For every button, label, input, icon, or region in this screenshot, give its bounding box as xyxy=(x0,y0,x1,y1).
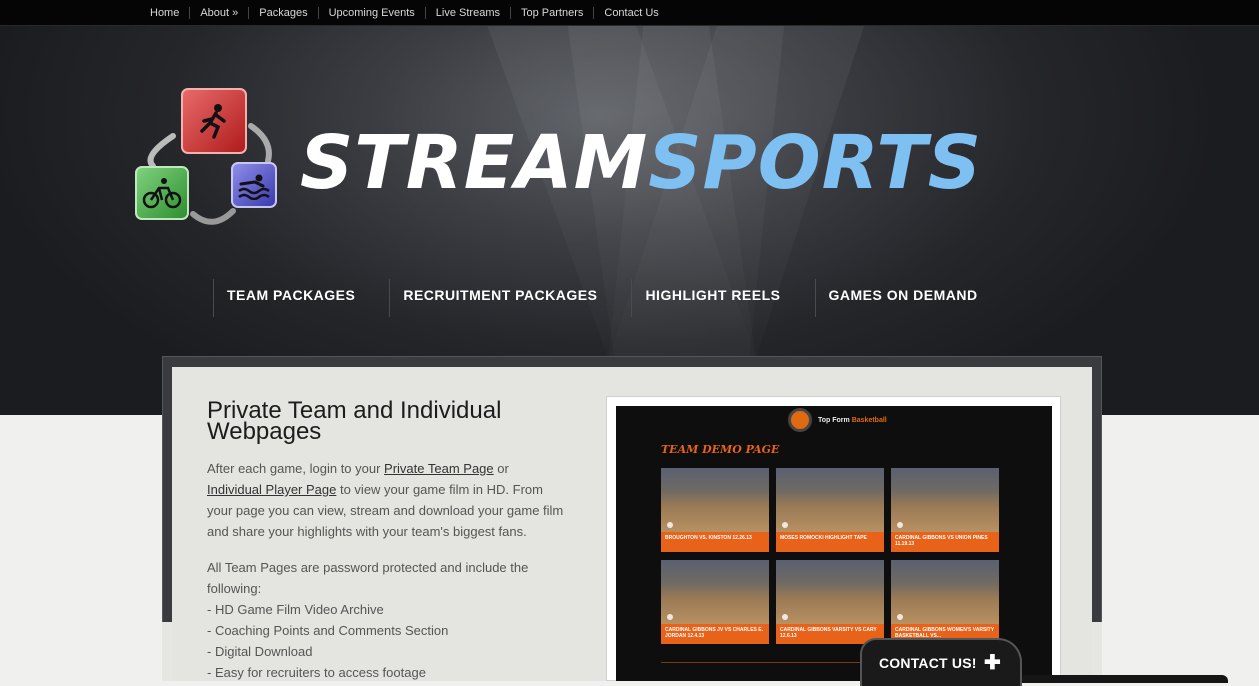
demo-heading: TEAM DEMO PAGE xyxy=(661,443,780,456)
video-caption: BROUGHTON VS. KINSTON 12.26.13 xyxy=(661,532,769,552)
content-title: Private Team and Individual Webpages xyxy=(207,397,502,445)
video-still xyxy=(661,468,769,532)
nav-team-packages[interactable]: TEAM PACKAGES xyxy=(213,279,389,317)
demo-brand-text: Top Form Basketball xyxy=(818,417,887,424)
topnav-live-streams[interactable]: Live Streams xyxy=(426,6,511,19)
topnav-upcoming-events[interactable]: Upcoming Events xyxy=(319,6,426,19)
video-thumbnail: CARDINAL GIBBONS VARSITY VS CARY 12.6.13 xyxy=(776,560,884,644)
top-navigation: Home About » Packages Upcoming Events Li… xyxy=(140,0,669,25)
nav-recruitment-packages[interactable]: RECRUITMENT PACKAGES xyxy=(389,279,631,317)
swimmer-icon xyxy=(231,162,277,208)
features-intro: All Team Pages are password protected an… xyxy=(207,560,529,596)
basketball-icon xyxy=(788,408,812,432)
video-still xyxy=(776,560,884,624)
intro-before: After each game, login to your xyxy=(207,461,385,476)
nav-highlight-reels[interactable]: HIGHLIGHT REELS xyxy=(631,279,814,317)
video-thumbnail: BROUGHTON VS. KINSTON 12.26.13 xyxy=(661,468,769,552)
brand-wordmark[interactable]: STREAMSPORTS xyxy=(300,118,982,208)
intro-mid: or xyxy=(493,461,509,476)
wordmark-sports: SPORTS xyxy=(648,120,983,206)
topnav-packages[interactable]: Packages xyxy=(249,6,319,19)
video-thumbnail: MOSES ROMOCKI HIGHLIGHT TAPE xyxy=(776,468,884,552)
video-caption: CARDINAL GIBBONS VS UNION PINES 11.19.13 xyxy=(891,532,999,552)
topnav-about[interactable]: About » xyxy=(190,6,250,19)
demo-brand-logo: Top Form Basketball xyxy=(788,408,887,432)
plus-icon: ✚ xyxy=(984,652,1001,674)
intro-paragraph: After each game, login to your Private T… xyxy=(207,458,567,542)
topnav-top-partners[interactable]: Top Partners xyxy=(511,6,595,19)
video-thumbnail: CARDINAL GIBBONS JV VS CHARLES E. JORDAN… xyxy=(661,560,769,644)
private-team-page-link[interactable]: Private Team Page xyxy=(384,461,494,476)
video-still xyxy=(661,560,769,624)
cyclist-icon xyxy=(135,166,189,220)
top-bar: Home About » Packages Upcoming Events Li… xyxy=(0,0,1259,26)
demo-brand-a: Top Form xyxy=(818,416,852,424)
demo-brand-b: Basketball xyxy=(851,416,887,424)
main-navigation: TEAM PACKAGES RECRUITMENT PACKAGES HIGHL… xyxy=(213,279,1012,317)
video-caption: CARDINAL GIBBONS JV VS CHARLES E. JORDAN… xyxy=(661,624,769,644)
contact-us-tab[interactable]: CONTACT US! ✚ xyxy=(860,638,1022,686)
nav-games-on-demand[interactable]: GAMES ON DEMAND xyxy=(814,279,1012,317)
feature-item: - Digital Download xyxy=(207,644,313,659)
content-body: After each game, login to your Private T… xyxy=(207,458,567,683)
topnav-contact-us[interactable]: Contact Us xyxy=(594,7,668,19)
topnav-home[interactable]: Home xyxy=(140,6,191,19)
video-still xyxy=(776,468,884,532)
video-still xyxy=(891,560,999,624)
contact-bar xyxy=(1020,675,1228,683)
wordmark-stream: STREAM xyxy=(300,120,649,206)
video-thumbnail: CARDINAL GIBBONS WOMEN'S VARSITY BASKETB… xyxy=(891,560,999,644)
video-caption: MOSES ROMOCKI HIGHLIGHT TAPE xyxy=(776,532,884,552)
video-still xyxy=(891,468,999,532)
feature-item: - Easy for recruiters to access footage xyxy=(207,665,426,680)
feature-item: - HD Game Film Video Archive xyxy=(207,602,384,617)
site-logo[interactable] xyxy=(133,86,283,231)
runner-icon xyxy=(181,88,247,154)
individual-player-page-link[interactable]: Individual Player Page xyxy=(207,482,336,497)
contact-us-label: CONTACT US! xyxy=(879,655,977,671)
feature-item: - Coaching Points and Comments Section xyxy=(207,623,449,638)
video-thumbnail: CARDINAL GIBBONS VS UNION PINES 11.19.13 xyxy=(891,468,999,552)
